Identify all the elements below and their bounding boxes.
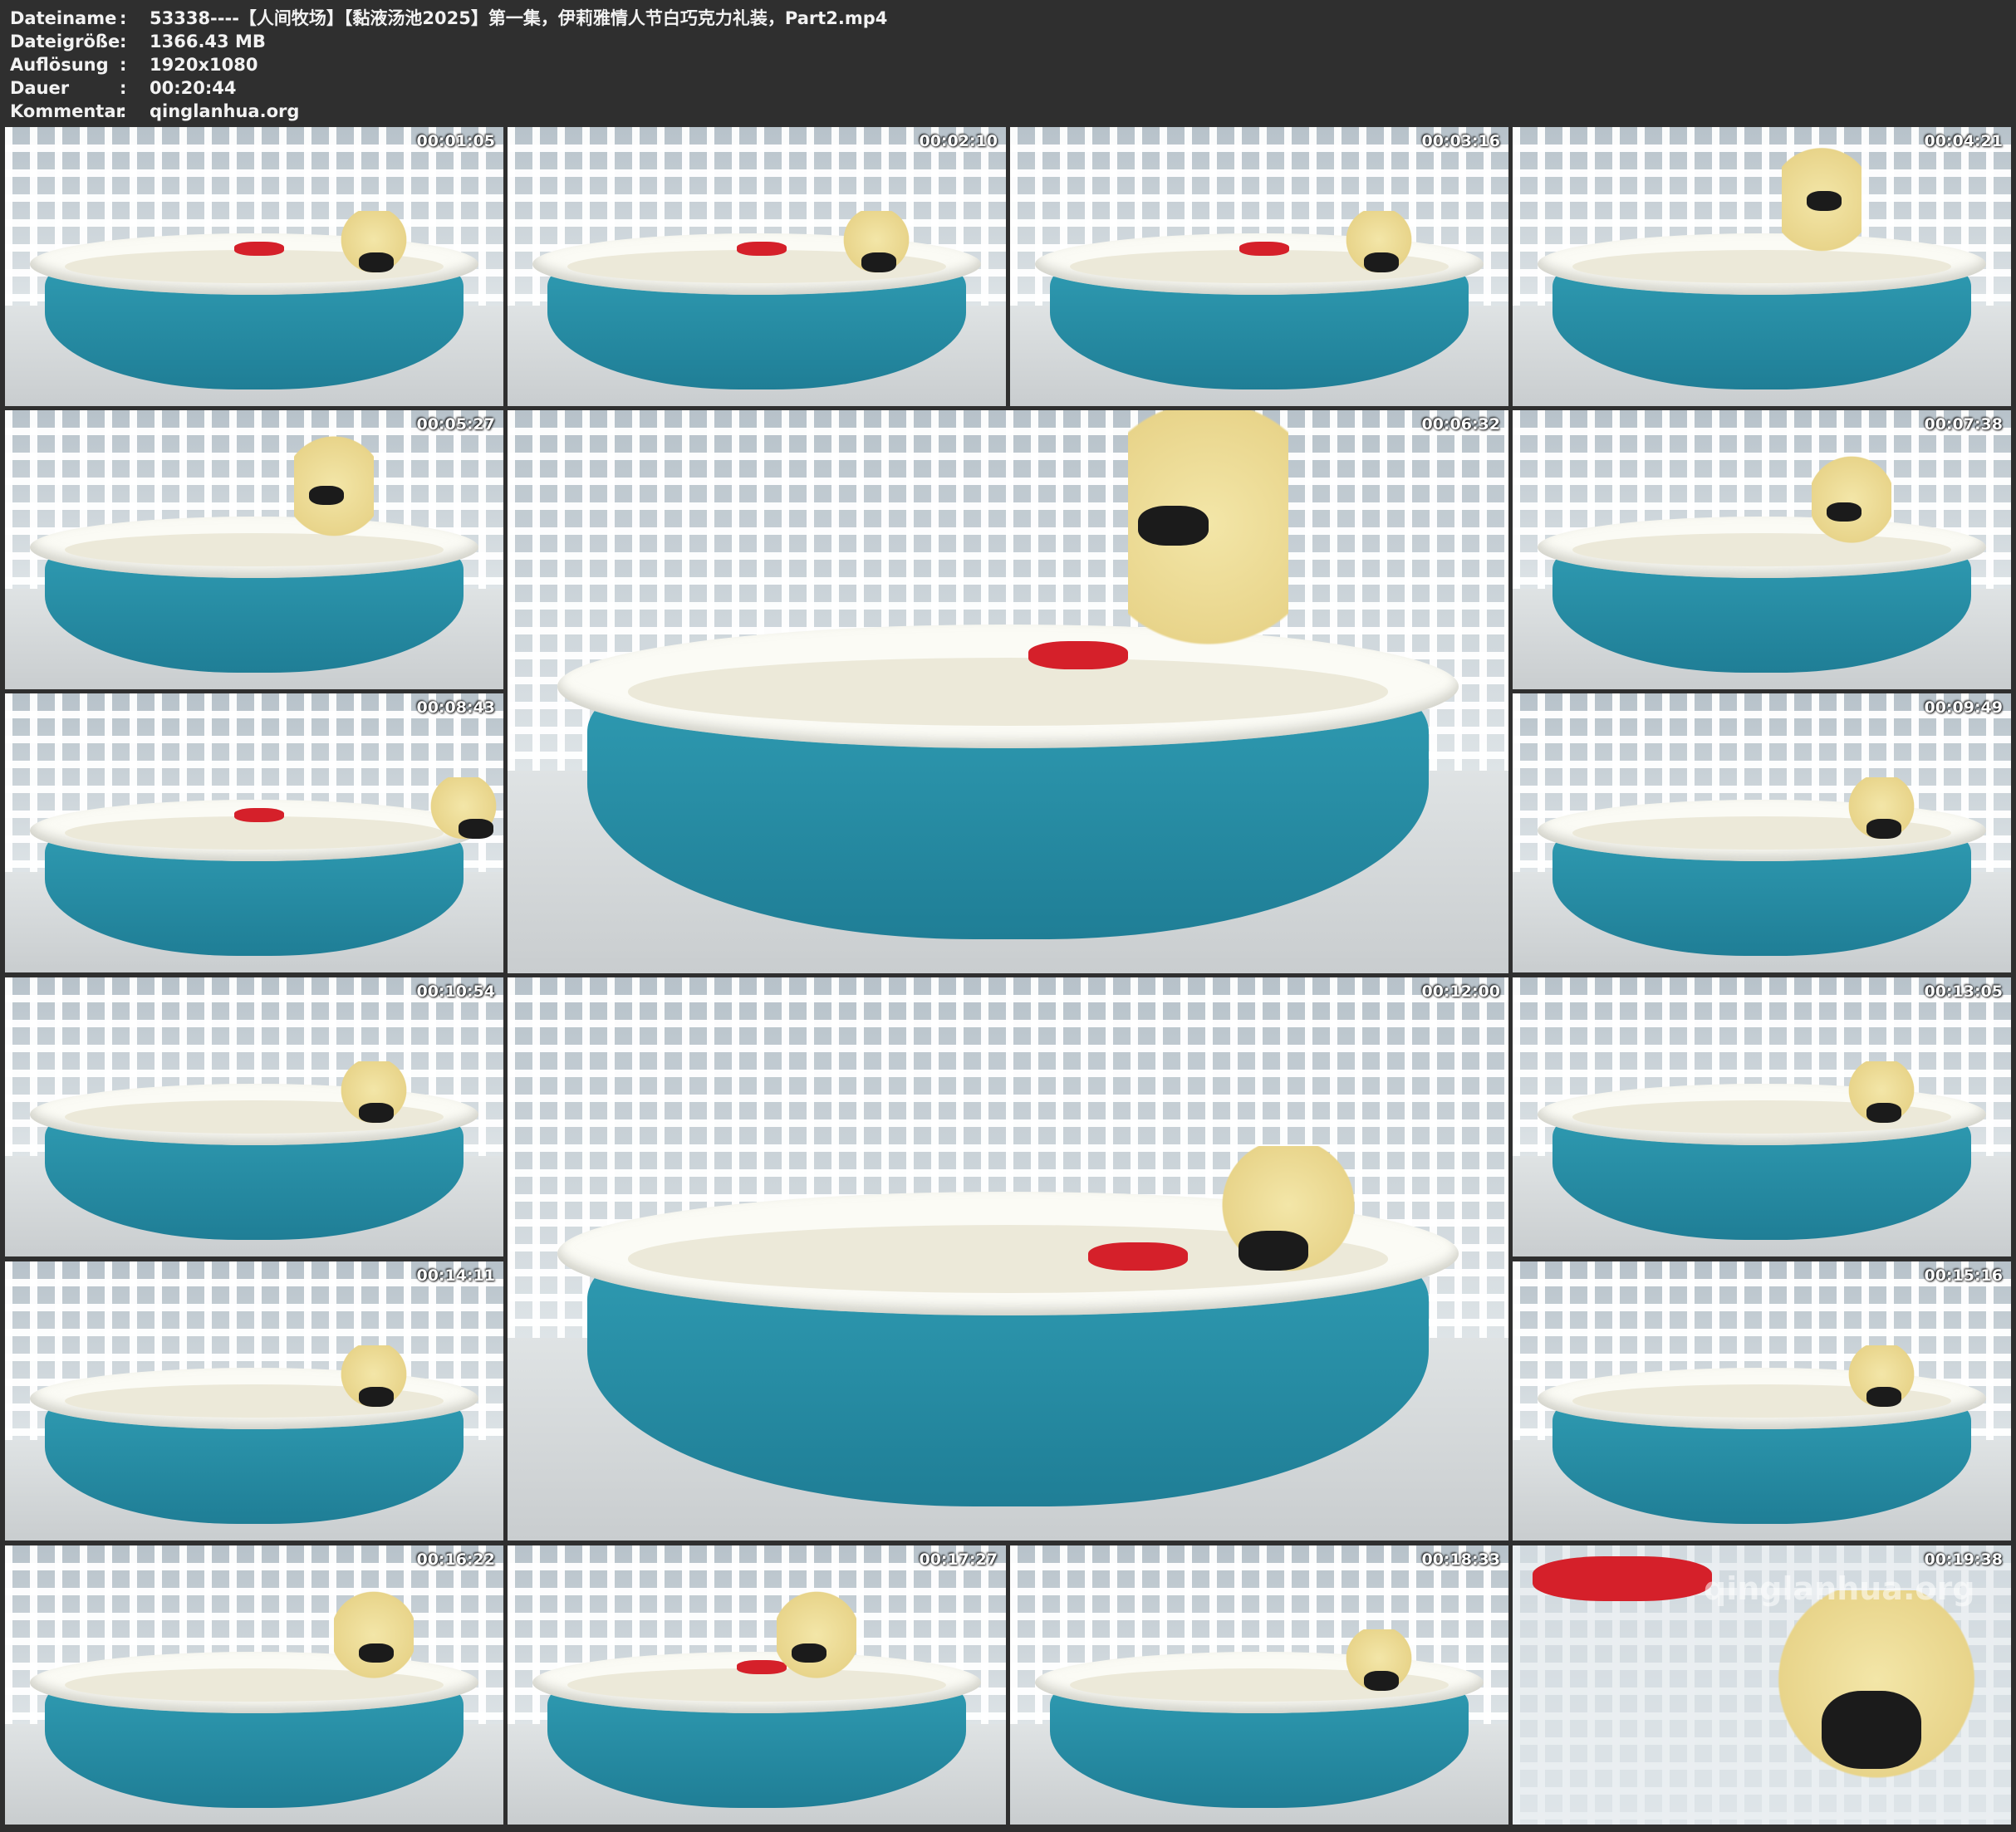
thumbnail-frame: 00:08:43	[5, 693, 503, 972]
thumbnail-frame: 00:14:11	[5, 1261, 503, 1541]
thumbnail-frame: 00:18:33	[1010, 1545, 1508, 1825]
thumbnail-frame: 00:07:38	[1513, 410, 2011, 689]
timestamp-label: 00:06:32	[1421, 415, 1500, 434]
watermark-text: qinglanhua.org	[1704, 1570, 1975, 1607]
thumbnail-frame: 00:01:05	[5, 127, 503, 406]
timestamp-label: 00:19:38	[1924, 1550, 2003, 1569]
thumbnail-grid: 00:01:05 00:02:10 00:03:16 00:04:21 00:0…	[0, 0, 2016, 1832]
timestamp-label: 00:09:49	[1924, 698, 2003, 717]
timestamp-label: 00:01:05	[416, 132, 495, 150]
thumbnail-frame-large: 00:06:32	[508, 410, 1508, 973]
thumbnail-frame-large: 00:12:00	[508, 977, 1508, 1541]
thumbnail-frame-closeup: qinglanhua.org 00:19:38	[1513, 1545, 2011, 1825]
timestamp-label: 00:15:16	[1924, 1266, 2003, 1285]
thumbnail-frame: 00:17:27	[508, 1545, 1006, 1825]
timestamp-label: 00:07:38	[1924, 415, 2003, 434]
timestamp-label: 00:12:00	[1421, 982, 1500, 1001]
thumbnail-frame: 00:13:05	[1513, 977, 2011, 1256]
thumbnail-frame: 00:04:21	[1513, 127, 2011, 406]
timestamp-label: 00:08:43	[416, 698, 495, 717]
timestamp-label: 00:14:11	[416, 1266, 495, 1285]
timestamp-label: 00:13:05	[1924, 982, 2003, 1001]
thumbnail-frame: 00:15:16	[1513, 1261, 2011, 1541]
timestamp-label: 00:10:54	[416, 982, 495, 1001]
timestamp-label: 00:18:33	[1421, 1550, 1500, 1569]
timestamp-label: 00:17:27	[919, 1550, 998, 1569]
thumbnail-frame: 00:09:49	[1513, 693, 2011, 972]
timestamp-label: 00:16:22	[416, 1550, 495, 1569]
thumbnail-frame: 00:02:10	[508, 127, 1006, 406]
thumbnail-frame: 00:03:16	[1010, 127, 1508, 406]
timestamp-label: 00:04:21	[1924, 132, 2003, 150]
thumbnail-frame: 00:05:27	[5, 410, 503, 689]
thumbnail-frame: 00:16:22	[5, 1545, 503, 1825]
timestamp-label: 00:03:16	[1421, 132, 1500, 150]
thumbnail-frame: 00:10:54	[5, 977, 503, 1256]
timestamp-label: 00:02:10	[919, 132, 998, 150]
timestamp-label: 00:05:27	[416, 415, 495, 434]
